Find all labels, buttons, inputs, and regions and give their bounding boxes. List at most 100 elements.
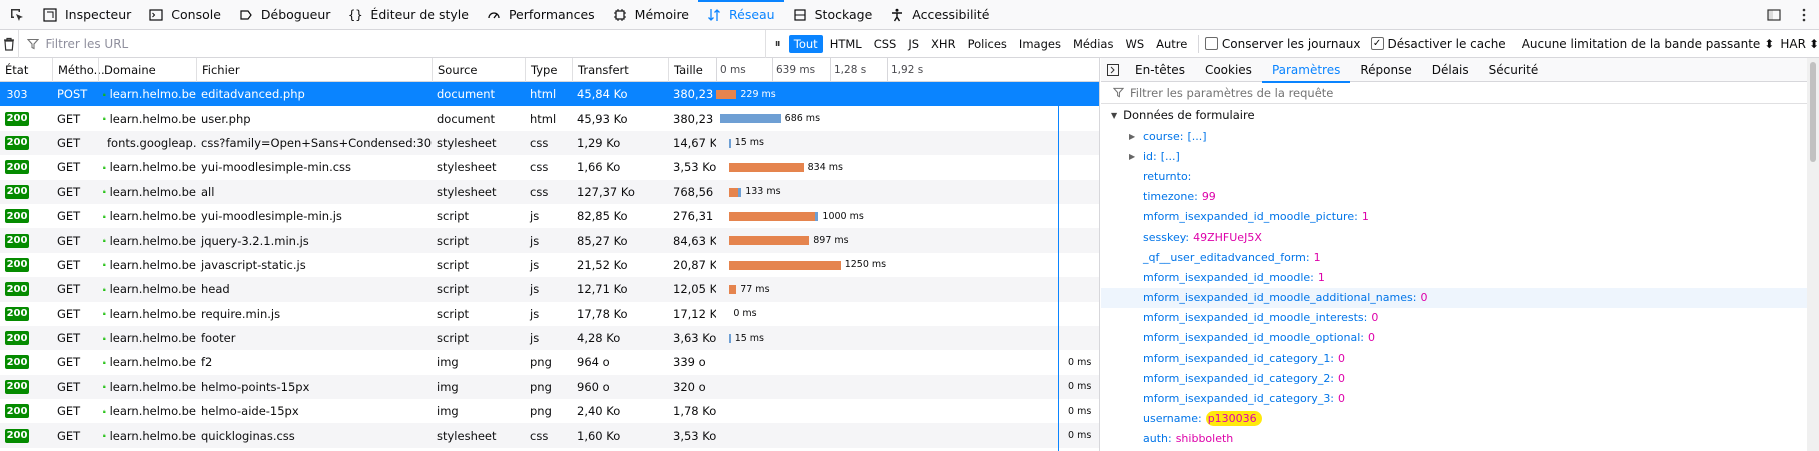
form-param-row[interactable]: returnto: xyxy=(1101,166,1819,186)
form-data-section[interactable]: ▼ Données de formulaire xyxy=(1101,104,1819,126)
persist-logs-label: Conserver les journaux xyxy=(1221,36,1361,51)
params-filter-input[interactable] xyxy=(1130,85,1730,100)
form-param-row[interactable]: _qf__user_editadvanced_form: 1 xyxy=(1101,247,1819,267)
memory-icon xyxy=(612,7,628,23)
type-filter-js[interactable]: JS xyxy=(903,35,924,53)
table-row[interactable]: 200 GET learn.helmo.be f2 img png 964 o 339 o 0 … xyxy=(0,350,1099,374)
details-tab[interactable]: Réponse xyxy=(1350,58,1421,82)
form-param-row[interactable]: mform_isexpanded_id_moodle_interests: 0 xyxy=(1101,308,1819,328)
form-param-row[interactable]: ▶ course: [...] xyxy=(1101,126,1819,146)
form-param-row[interactable]: timezone: 99 xyxy=(1101,187,1819,207)
persist-logs-checkbox[interactable]: Conserver les journaux xyxy=(1204,36,1361,51)
type-filter-tout[interactable]: Tout xyxy=(788,34,823,53)
type-filter-images[interactable]: Images xyxy=(1014,35,1066,53)
scrollbar-thumb[interactable] xyxy=(1810,62,1816,162)
panel-scrollbar[interactable] xyxy=(1807,58,1819,451)
disable-cache-checkbox[interactable]: ✓ Désactiver le cache xyxy=(1370,37,1506,51)
tab-memory[interactable]: Mémoire xyxy=(604,0,698,30)
domain-cell: fonts.googleap... xyxy=(98,131,196,155)
size-cell: 17,12 Ko xyxy=(673,306,716,321)
type-filter-médias[interactable]: Médias xyxy=(1068,35,1119,53)
tab-network[interactable]: Réseau xyxy=(698,0,784,30)
size-cell: 3,63 Ko xyxy=(673,331,716,346)
details-tab[interactable]: Sécurité xyxy=(1479,58,1549,82)
column-header[interactable]: Domaine xyxy=(98,58,196,82)
status-badge: 200 xyxy=(5,404,29,419)
form-param-row[interactable]: auth: shibboleth xyxy=(1101,429,1819,449)
tab-storage[interactable]: Stockage xyxy=(784,0,882,30)
element-picker-button[interactable] xyxy=(0,0,34,30)
column-header[interactable]: Taille xyxy=(668,58,716,82)
throttling-select[interactable]: Aucune limitation de la bande passante ⬍ xyxy=(1522,37,1775,51)
type-filter-autre[interactable]: Autre xyxy=(1151,35,1192,53)
waterfall-receive-bar xyxy=(814,211,819,221)
waterfall-wait-bar xyxy=(729,163,804,173)
twisty-right-icon[interactable]: ▶ xyxy=(1129,152,1135,161)
dock-side-icon[interactable] xyxy=(1759,0,1789,30)
table-row[interactable]: 200 GET learn.helmo.be footer script js 4,28 K… xyxy=(0,325,1099,351)
transfer-cell: 1,29 Ko xyxy=(577,135,621,150)
pause-recording-button[interactable]: ⏸ xyxy=(766,30,788,58)
details-tab[interactable]: En-têtes xyxy=(1125,58,1195,82)
type-filter-html[interactable]: HTML xyxy=(825,35,867,53)
type-filter-xhr[interactable]: XHR xyxy=(926,35,961,53)
kebab-menu-icon[interactable] xyxy=(1789,0,1819,30)
type-filter-ws[interactable]: WS xyxy=(1120,35,1149,53)
form-param-row[interactable]: mform_isexpanded_id_category_1: 0 xyxy=(1101,348,1819,368)
details-tab[interactable]: Délais xyxy=(1422,58,1479,82)
column-header[interactable]: État xyxy=(0,58,52,82)
form-param-row[interactable]: ▶ id: [...] xyxy=(1101,146,1819,166)
clear-requests-button[interactable] xyxy=(0,29,20,58)
column-header[interactable]: Source xyxy=(432,58,525,82)
details-tab[interactable]: Paramètres xyxy=(1261,58,1351,83)
form-param-row[interactable]: mform_isexpanded_id_moodle_optional: 0 xyxy=(1101,328,1819,348)
source-cell: script xyxy=(437,233,470,248)
tab-debugger[interactable]: Débogueur xyxy=(230,0,340,30)
table-row[interactable]: 200 GET learn.helmo.be require.min.js script… xyxy=(0,302,1099,326)
form-param-row[interactable]: sesskey: 49ZHFUeJ5X xyxy=(1101,227,1819,247)
tab-inspector[interactable]: Inspecteur xyxy=(34,0,140,30)
tab-performance[interactable]: Performances xyxy=(478,0,604,30)
domain-text: learn.helmo.be xyxy=(109,184,196,199)
waterfall-receive-bar xyxy=(738,187,742,197)
waterfall-timing-label: 77 ms xyxy=(740,283,770,295)
table-row[interactable]: 200 GET learn.helmo.be javascript-static.js… xyxy=(0,253,1099,277)
form-param-row[interactable]: mform_isexpanded_id_moodle_picture: 1 xyxy=(1101,207,1819,227)
param-key: mform_isexpanded_id_moodle_optional: xyxy=(1143,331,1364,345)
table-row[interactable]: 200 GET learn.helmo.be all stylesheet css 127,… xyxy=(0,179,1099,204)
column-header[interactable]: Type xyxy=(525,58,572,82)
table-row[interactable]: 200 GET learn.helmo.be user.php document html… xyxy=(0,106,1099,130)
source-cell: document xyxy=(437,87,496,102)
table-row[interactable]: 303 POST learn.helmo.be editadvanced.php doc… xyxy=(0,82,1099,107)
column-header[interactable]: Fichier xyxy=(196,58,432,82)
domain-cell: learn.helmo.be xyxy=(98,180,196,204)
form-param-row[interactable]: mform_isexpanded_id_moodle_additional_na… xyxy=(1101,287,1819,308)
tab-style-editor[interactable]: {} Éditeur de style xyxy=(339,0,478,30)
table-row[interactable]: 200 GET learn.helmo.be quickloginas.css styl… xyxy=(0,423,1099,448)
form-param-row[interactable]: mform_isexpanded_id_category_2: 0 xyxy=(1101,368,1819,388)
table-row[interactable]: 200 GET learn.helmo.be yui-moodlesimple-min… xyxy=(0,155,1099,179)
tab-accessibility[interactable]: Accessibilité xyxy=(881,0,998,30)
har-menu-button[interactable]: HAR ⬍ xyxy=(1780,37,1819,51)
table-row[interactable]: 200 GET learn.helmo.be yui-moodlesimple-min… xyxy=(0,204,1099,228)
table-row[interactable]: 200 GET learn.helmo.be helmo-points-15px img… xyxy=(0,374,1099,400)
details-tab[interactable]: Cookies xyxy=(1195,58,1262,82)
type-filter-polices[interactable]: Polices xyxy=(963,35,1012,53)
toggle-panel-button[interactable] xyxy=(1101,58,1125,82)
twisty-right-icon[interactable]: ▶ xyxy=(1129,132,1135,141)
column-header[interactable]: Métho... xyxy=(52,58,105,82)
form-param-row[interactable]: username: p130036 xyxy=(1101,409,1819,429)
table-row[interactable]: 200 GET learn.helmo.be jquery-3.2.1.min.js s… xyxy=(0,228,1099,253)
url-filter-input[interactable] xyxy=(45,36,766,51)
url-filter xyxy=(19,29,767,58)
source-cell: document xyxy=(437,111,496,126)
form-param-row[interactable]: mform_isexpanded_id_category_3: 0 xyxy=(1101,388,1819,408)
waterfall-wait-bar xyxy=(729,236,810,246)
tab-console[interactable]: Console xyxy=(140,0,230,30)
column-header[interactable]: Transfert xyxy=(572,58,668,82)
table-row[interactable]: 200 GET fonts.googleap... css?family=Open+S… xyxy=(0,130,1099,156)
table-row[interactable]: 200 GET learn.helmo.be helmo-aide-15px img pn… xyxy=(0,399,1099,423)
table-row[interactable]: 200 GET learn.helmo.be head script js 12,71 Ko… xyxy=(0,277,1099,302)
type-filter-css[interactable]: CSS xyxy=(869,35,902,53)
form-param-row[interactable]: mform_isexpanded_id_moodle: 1 xyxy=(1101,267,1819,287)
